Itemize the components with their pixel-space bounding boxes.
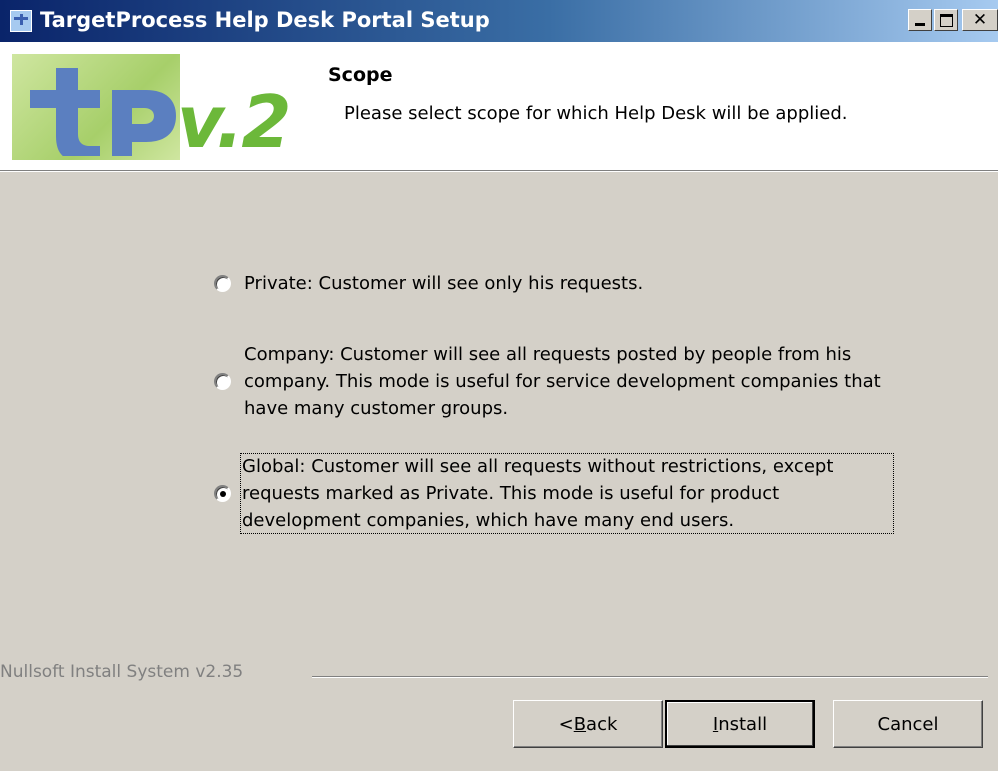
footer-divider bbox=[312, 676, 988, 678]
option-private-label[interactable]: Private: Customer will see only his requ… bbox=[244, 270, 643, 297]
cancel-button[interactable]: Cancel bbox=[833, 700, 983, 748]
window-title: TargetProcess Help Desk Portal Setup bbox=[40, 8, 490, 32]
option-global-label[interactable]: Global: Customer will see all requests w… bbox=[240, 453, 894, 534]
title-bar[interactable]: TargetProcess Help Desk Portal Setup ✕ bbox=[0, 0, 998, 42]
minimize-button[interactable] bbox=[908, 9, 932, 31]
scope-option-global[interactable]: Global: Customer will see all requests w… bbox=[214, 453, 894, 534]
tp-logo-icon bbox=[30, 68, 176, 156]
install-button[interactable]: Install bbox=[665, 700, 815, 748]
back-prefix: < bbox=[558, 713, 574, 735]
minimize-icon bbox=[915, 23, 925, 26]
installer-branding: Nullsoft Install System v2.35 bbox=[0, 662, 244, 682]
radio-global[interactable] bbox=[214, 485, 231, 502]
radio-private[interactable] bbox=[214, 275, 231, 292]
page-subtitle: Please select scope for which Help Desk … bbox=[344, 103, 848, 124]
maximize-icon bbox=[940, 14, 953, 27]
scope-option-company[interactable]: Company: Customer will see all requests … bbox=[214, 341, 914, 422]
app-icon[interactable] bbox=[10, 10, 32, 32]
back-mnemonic: B bbox=[573, 713, 587, 735]
scope-option-private[interactable]: Private: Customer will see only his requ… bbox=[214, 270, 643, 297]
install-label: nstall bbox=[718, 713, 768, 735]
option-company-label[interactable]: Company: Customer will see all requests … bbox=[244, 341, 914, 422]
close-icon: ✕ bbox=[972, 10, 988, 30]
close-button[interactable]: ✕ bbox=[962, 9, 998, 31]
back-label: ack bbox=[586, 713, 618, 735]
page-title: Scope bbox=[328, 64, 393, 86]
logo-version: v.2 bbox=[177, 80, 292, 164]
logo: v.2 bbox=[12, 54, 312, 164]
header-divider bbox=[0, 170, 998, 172]
maximize-button[interactable] bbox=[934, 9, 958, 31]
back-button[interactable]: < Back bbox=[513, 700, 663, 748]
radio-company[interactable] bbox=[214, 373, 231, 390]
